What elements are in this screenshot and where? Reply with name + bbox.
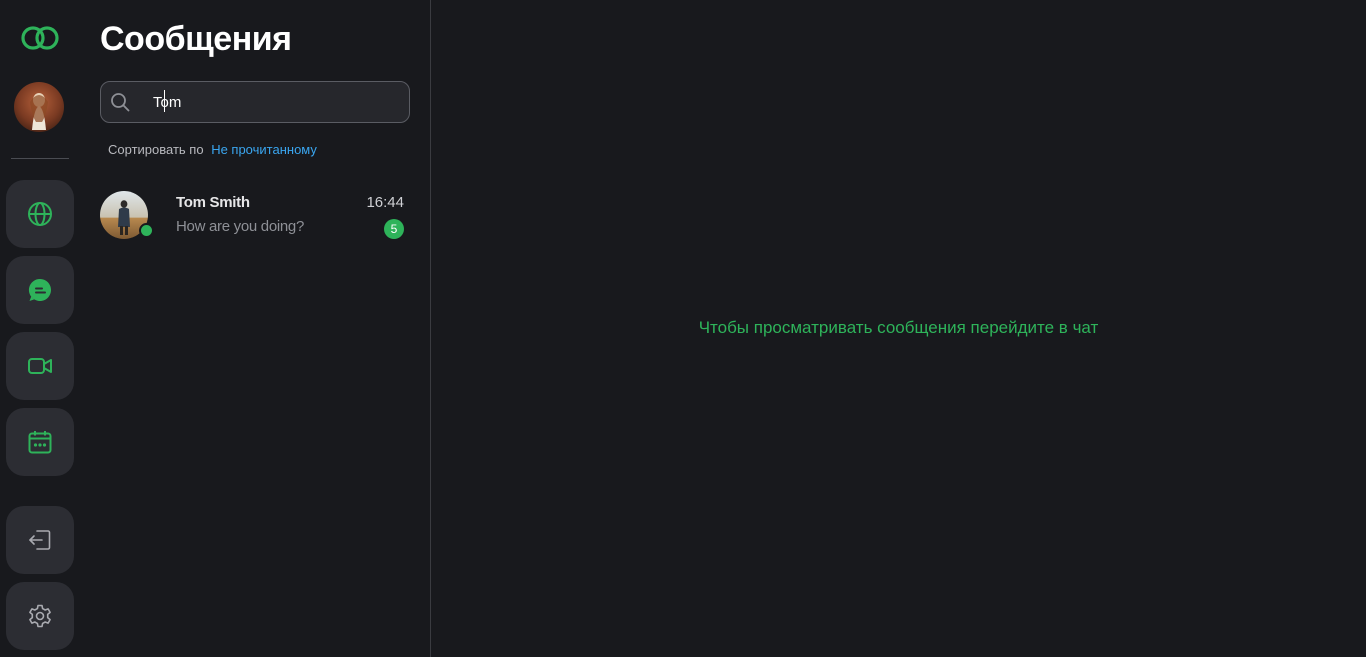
logout-icon bbox=[27, 527, 53, 553]
message-time: 16:44 bbox=[366, 194, 404, 211]
sort-row: Сортировать по Не прочитанному bbox=[108, 142, 317, 157]
chat-list-item[interactable]: Tom Smith 16:44 How are you doing? 5 bbox=[100, 188, 410, 244]
app-logo-icon[interactable] bbox=[20, 24, 60, 52]
app-root: Сообщения Сортировать по Не прочитанному bbox=[0, 0, 1366, 657]
gear-icon bbox=[27, 603, 53, 629]
nav-rail bbox=[0, 0, 80, 657]
search-input[interactable] bbox=[153, 82, 393, 122]
chat-list-panel: Сообщения Сортировать по Не прочитанному bbox=[80, 0, 430, 657]
user-avatar[interactable] bbox=[14, 82, 64, 132]
online-status-dot bbox=[139, 223, 154, 238]
globe-icon bbox=[27, 201, 53, 227]
sort-option-link[interactable]: Не прочитанному bbox=[211, 142, 317, 157]
sort-label: Сортировать по bbox=[108, 142, 204, 157]
nav-chats-button[interactable] bbox=[6, 256, 74, 324]
conversation-area: Чтобы просматривать сообщения перейдите … bbox=[431, 0, 1366, 657]
settings-button[interactable] bbox=[6, 582, 74, 650]
nav-video-button[interactable] bbox=[6, 332, 74, 400]
video-camera-icon bbox=[27, 353, 53, 379]
nav-calendar-button[interactable] bbox=[6, 408, 74, 476]
calendar-icon bbox=[27, 429, 53, 455]
rail-divider bbox=[11, 158, 69, 159]
message-preview: How are you doing? bbox=[176, 218, 305, 235]
chat-bubble-icon bbox=[27, 277, 53, 303]
logout-button[interactable] bbox=[6, 506, 74, 574]
search-icon bbox=[110, 92, 130, 112]
text-caret bbox=[164, 90, 165, 112]
empty-state-message: Чтобы просматривать сообщения перейдите … bbox=[698, 318, 1099, 337]
contact-name: Tom Smith bbox=[176, 194, 250, 211]
unread-count-badge: 5 bbox=[384, 219, 404, 239]
page-title: Сообщения bbox=[100, 20, 292, 58]
nav-globe-button[interactable] bbox=[6, 180, 74, 248]
search-box[interactable] bbox=[100, 81, 410, 123]
